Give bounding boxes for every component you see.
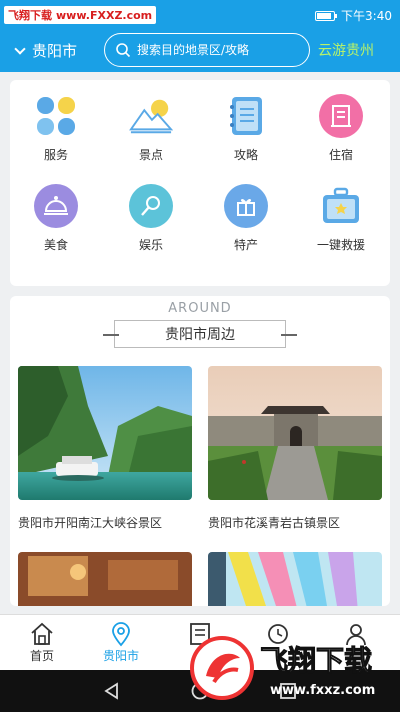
menu-label: 景点 [138,148,163,162]
location-pin-icon [81,621,161,647]
poi-image [208,366,382,500]
city-selector[interactable]: 贵阳市 [14,40,78,61]
menu-item-specialty[interactable]: 特产 [206,184,286,253]
poi-card-3[interactable] [18,552,192,606]
menu-label: 住宿 [328,148,353,162]
status-time: 下午3:40 [341,9,392,23]
tab-label: 贵阳市 [102,649,139,663]
section-title-box: 贵阳市周边 [103,320,297,348]
poi-card-4[interactable] [208,552,382,606]
mountain-icon [129,94,173,138]
service-menu: 服务 景点 攻略 住宿 美食 娱乐 特产 一键救援 [10,80,390,286]
menu-label: 服务 [43,148,68,162]
battery-icon [315,10,338,21]
watermark-url: www.FXXZ.com [56,9,153,22]
chevron-down-icon [14,42,26,55]
grid-icon [34,94,78,138]
watermark-text: 飞翔下载 [8,9,52,22]
svg-text:www.fxxz.com: www.fxxz.com [270,683,375,698]
poi-image [18,552,192,606]
poi-name: 贵阳市开阳南江大峡谷景区 [18,516,163,530]
watermark-badge: 飞翔下载 www.FXXZ.com [4,6,157,24]
menu-item-scenic[interactable]: 景点 [111,94,191,163]
menu-label: 一键救援 [316,238,365,252]
section-title-zh: 贵阳市周边 [165,327,235,343]
gift-icon [224,184,268,228]
menu-label: 娱乐 [138,238,163,252]
menu-item-guide[interactable]: 攻略 [206,94,286,163]
poi-name: 贵阳市花溪青岩古镇景区 [208,516,341,530]
menu-item-rescue[interactable]: 一键救援 [301,184,381,253]
tab-home[interactable]: 首页 [2,621,82,664]
first-aid-kit-icon [319,184,363,228]
search-box[interactable] [104,33,310,67]
menu-label: 攻略 [233,148,258,162]
search-icon [116,43,131,58]
poi-card-qingyan[interactable]: 贵阳市花溪青岩古镇景区 [208,366,382,531]
back-icon[interactable] [102,681,122,705]
building-icon [319,94,363,138]
notebook-icon [224,94,268,138]
brand-title: 云游贵州 [318,43,374,59]
status-bar: 飞翔下载 www.FXXZ.com 下午3:40 [0,0,400,28]
food-cover-icon [34,184,78,228]
site-logo-watermark: 飞翔下载 www.fxxz.com [186,632,400,704]
app-header: 贵阳市 云游贵州 [0,28,400,72]
poi-card-nanjiang[interactable]: 贵阳市开阳南江大峡谷景区 [18,366,192,531]
city-label: 贵阳市 [32,42,78,60]
menu-item-lodging[interactable]: 住宿 [301,94,381,163]
menu-item-service[interactable]: 服务 [16,94,96,163]
poi-image [208,552,382,606]
poi-image [18,366,192,500]
svg-text:飞翔下载: 飞翔下载 [260,644,372,677]
menu-item-entertainment[interactable]: 娱乐 [111,184,191,253]
menu-label: 美食 [43,238,68,252]
tab-city[interactable]: 贵阳市 [81,621,161,664]
microphone-icon [129,184,173,228]
around-section: AROUND 贵阳市周边 贵阳市开阳南江大峡谷景区 贵阳市花溪青岩古镇景区 [10,296,390,606]
search-input[interactable] [137,43,297,57]
section-title-en: AROUND [168,301,232,316]
home-icon [2,621,82,647]
tab-label: 首页 [29,649,54,663]
menu-item-food[interactable]: 美食 [16,184,96,253]
menu-label: 特产 [233,238,258,252]
